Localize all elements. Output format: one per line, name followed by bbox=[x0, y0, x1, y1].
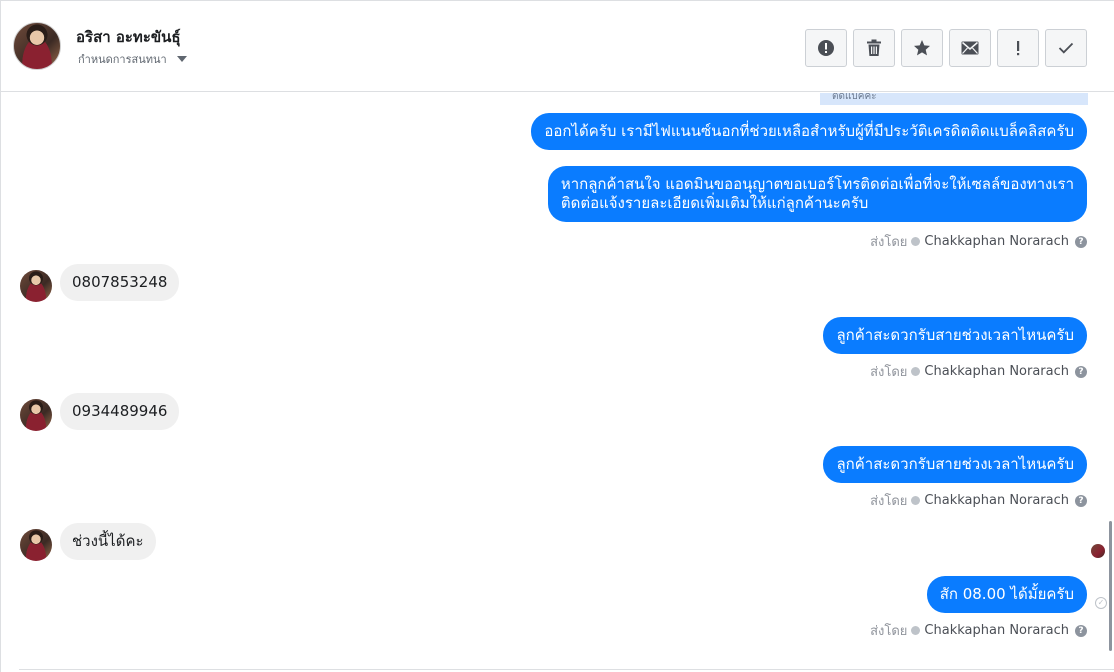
contact-name[interactable]: อริสา อะทะขันธุ์ bbox=[76, 25, 181, 49]
help-icon[interactable]: ? bbox=[1075, 365, 1087, 378]
help-icon[interactable]: ? bbox=[1075, 235, 1087, 248]
incoming-message[interactable]: ช่วงนี้ได้คะ bbox=[60, 523, 156, 560]
follow-up-button[interactable] bbox=[997, 29, 1039, 67]
seen-by-avatar bbox=[1091, 544, 1105, 558]
incoming-message[interactable]: 0934489946 bbox=[60, 393, 180, 430]
agent-dot-icon bbox=[911, 496, 921, 505]
mark-spam-button[interactable] bbox=[805, 29, 847, 67]
agent-name: Chakkaphan Norarach bbox=[924, 493, 1069, 508]
conversation-toolbar bbox=[805, 29, 1087, 67]
mark-done-button[interactable] bbox=[1045, 29, 1087, 67]
partial-message-card: ติดแบคคะ bbox=[820, 93, 1088, 105]
delivered-check-icon: ✓ bbox=[1095, 597, 1107, 609]
contact-avatar[interactable] bbox=[13, 22, 61, 70]
conversation-setting-dropdown[interactable]: กำหนดการสนทนา bbox=[78, 50, 187, 68]
star-button[interactable] bbox=[901, 29, 943, 67]
conversation-setting-label: กำหนดการสนทนา bbox=[78, 53, 167, 66]
conversation-panel: อริสา อะทะขันธุ์ กำหนดการสนทนา ติดแบคคะ … bbox=[0, 0, 1114, 672]
customer-avatar bbox=[20, 529, 52, 561]
help-icon[interactable]: ? bbox=[1075, 494, 1087, 507]
thread-scrollbar[interactable] bbox=[1109, 521, 1112, 651]
delete-button[interactable] bbox=[853, 29, 895, 67]
sent-by-info: ส่งโดย Chakkaphan Norarach ? bbox=[870, 231, 1087, 252]
caret-down-icon bbox=[176, 56, 187, 62]
check-icon bbox=[1058, 42, 1074, 54]
outgoing-message[interactable]: ลูกค้าสะดวกรับสายช่วงเวลาไหนครับ bbox=[823, 317, 1087, 354]
trash-icon bbox=[867, 39, 881, 56]
outgoing-message[interactable]: หากลูกค้าสนใจ แอดมินขออนุญาตขอเบอร์โทรติ… bbox=[547, 166, 1087, 222]
star-icon bbox=[914, 40, 930, 56]
sent-by-label: ส่งโดย bbox=[870, 494, 908, 509]
message-thread[interactable]: ติดแบคคะ ออกได้ครับ เรามีไฟแนนซ์นอกที่ช่… bbox=[1, 93, 1114, 672]
mark-unread-button[interactable] bbox=[949, 29, 991, 67]
sent-by-label: ส่งโดย bbox=[870, 365, 908, 380]
incoming-message[interactable]: 0807853248 bbox=[60, 264, 180, 301]
message-text: ช่วงนี้ได้คะ bbox=[72, 532, 144, 550]
message-text: ลูกค้าสะดวกรับสายช่วงเวลาไหนครับ bbox=[836, 326, 1074, 344]
alert-circle-icon bbox=[818, 40, 834, 56]
message-text: สัก 08.00 ได้มั้ยครับ bbox=[939, 585, 1074, 603]
outgoing-message[interactable]: ลูกค้าสะดวกรับสายช่วงเวลาไหนครับ bbox=[823, 446, 1087, 483]
customer-avatar bbox=[20, 399, 52, 431]
agent-name: Chakkaphan Norarach bbox=[924, 234, 1069, 249]
agent-name: Chakkaphan Norarach bbox=[924, 623, 1069, 638]
message-text: 0934489946 bbox=[72, 402, 168, 420]
agent-dot-icon bbox=[911, 626, 921, 635]
sent-by-label: ส่งโดย bbox=[870, 235, 908, 250]
sent-by-info: ส่งโดย Chakkaphan Norarach ? bbox=[870, 490, 1087, 511]
message-text-line: หากลูกค้าสนใจ แอดมินขออนุญาตขอเบอร์โทรติ… bbox=[560, 175, 1074, 193]
message-text: 0807853248 bbox=[72, 273, 168, 291]
exclamation-icon bbox=[1017, 41, 1020, 56]
agent-dot-icon bbox=[911, 367, 921, 376]
sent-by-info: ส่งโดย Chakkaphan Norarach ? bbox=[870, 620, 1087, 641]
outgoing-message[interactable]: สัก 08.00 ได้มั้ยครับ bbox=[926, 576, 1087, 613]
agent-dot-icon bbox=[911, 237, 921, 246]
message-text-line: ติดต่อแจ้งรายละเอียดเพิ่มเติมให้แก่ลูกค้… bbox=[560, 194, 869, 212]
customer-avatar bbox=[20, 270, 52, 302]
message-text: ออกได้ครับ เรามีไฟแนนซ์นอกที่ช่วยเหลือสำ… bbox=[544, 122, 1074, 140]
agent-name: Chakkaphan Norarach bbox=[924, 364, 1069, 379]
message-text: ลูกค้าสะดวกรับสายช่วงเวลาไหนครับ bbox=[836, 455, 1074, 473]
help-icon[interactable]: ? bbox=[1075, 624, 1087, 637]
outgoing-message[interactable]: ออกได้ครับ เรามีไฟแนนซ์นอกที่ช่วยเหลือสำ… bbox=[531, 113, 1087, 150]
composer-divider bbox=[19, 669, 1114, 670]
sent-by-info: ส่งโดย Chakkaphan Norarach ? bbox=[870, 361, 1087, 382]
mail-icon bbox=[961, 41, 979, 55]
sent-by-label: ส่งโดย bbox=[870, 624, 908, 639]
conversation-header: อริสา อะทะขันธุ์ กำหนดการสนทนา bbox=[1, 1, 1114, 92]
